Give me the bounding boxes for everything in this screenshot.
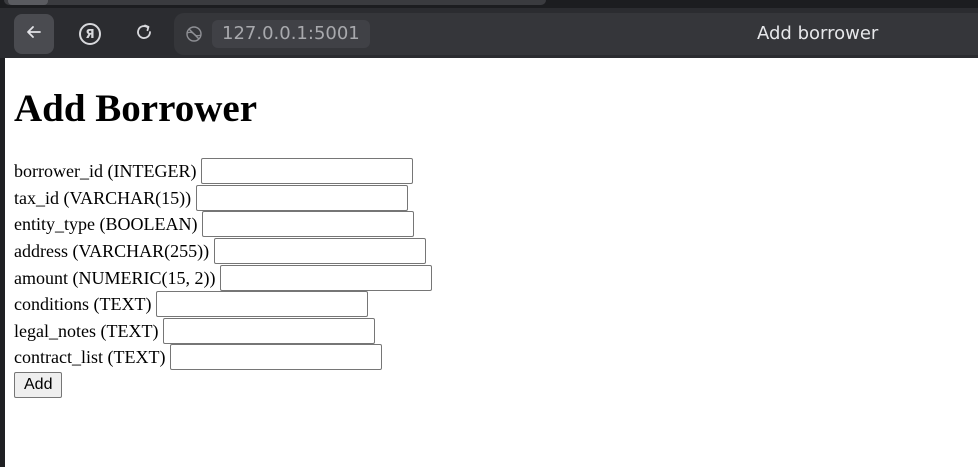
yandex-icon: Я <box>79 23 101 45</box>
address-bar[interactable]: 127.0.0.1:5001 Add borrower <box>174 13 978 55</box>
form-row-legal-notes: legal_notes (TEXT) <box>14 317 432 345</box>
page-viewport: Add Borrower borrower_id (INTEGER) tax_i… <box>5 58 978 467</box>
page-title-display: Add borrower <box>757 23 879 44</box>
borrower-id-label: borrower_id (INTEGER) <box>14 161 197 182</box>
form-row-amount: amount (NUMERIC(15, 2)) <box>14 264 433 291</box>
url-text[interactable]: 127.0.0.1:5001 <box>212 20 370 48</box>
reload-icon <box>133 21 155 47</box>
form-row-tax-id: tax_id (VARCHAR(15)) <box>14 184 432 212</box>
tab-strip <box>0 0 978 8</box>
back-arrow-icon <box>24 22 44 46</box>
legal-notes-label: legal_notes (TEXT) <box>14 320 159 341</box>
tax-id-input[interactable] <box>196 184 409 211</box>
amount-label: amount (NUMERIC(15, 2)) <box>14 267 216 288</box>
form-row-address: address (VARCHAR(255)) <box>14 238 432 265</box>
address-input[interactable] <box>214 238 427 265</box>
add-button[interactable]: Add <box>14 371 63 398</box>
browser-toolbar: Я 127.0.0.1:5001 Add borrower <box>0 8 978 58</box>
amount-input[interactable] <box>220 264 433 291</box>
tax-id-label: tax_id (VARCHAR(15)) <box>14 187 192 208</box>
tab-favicon-area <box>8 0 48 5</box>
page-title: Add Borrower <box>14 87 258 130</box>
add-borrower-form: borrower_id (INTEGER) tax_id (VARCHAR(15… <box>14 158 433 398</box>
globe-icon[interactable] <box>184 24 204 44</box>
conditions-label: conditions (TEXT) <box>14 294 152 315</box>
entity-type-input[interactable] <box>202 211 415 238</box>
address-label: address (VARCHAR(255)) <box>14 241 210 262</box>
contract-list-input[interactable] <box>170 344 383 371</box>
form-row-entity-type: entity_type (BOOLEAN) <box>14 211 432 238</box>
back-button[interactable] <box>14 14 54 54</box>
active-tab[interactable] <box>4 0 546 5</box>
entity-type-label: entity_type (BOOLEAN) <box>14 214 198 235</box>
form-row-contract-list: contract_list (TEXT) <box>14 344 432 371</box>
borrower-id-input[interactable] <box>201 158 414 185</box>
form-row-borrower-id: borrower_id (INTEGER) <box>14 158 432 185</box>
yandex-button[interactable]: Я <box>70 14 110 54</box>
conditions-input[interactable] <box>156 291 369 318</box>
form-row-conditions: conditions (TEXT) <box>14 291 432 318</box>
reload-button[interactable] <box>124 14 164 54</box>
legal-notes-input[interactable] <box>163 317 376 344</box>
contract-list-label: contract_list (TEXT) <box>14 347 166 368</box>
